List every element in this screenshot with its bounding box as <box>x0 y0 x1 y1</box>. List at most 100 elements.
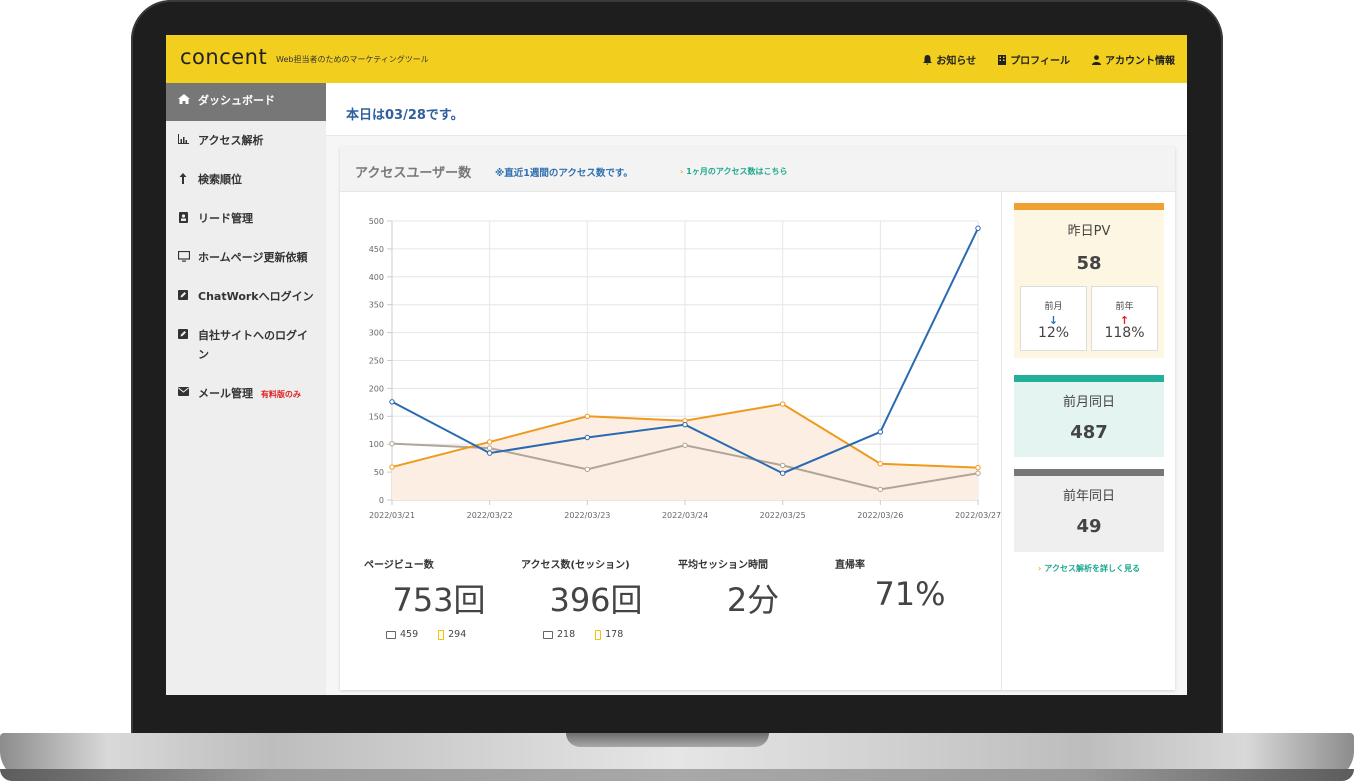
sidebar-item-dashboard[interactable]: ダッシュボード <box>166 83 326 121</box>
y-tick-label: 300 <box>369 329 384 338</box>
metric-avg-session: 平均セッション時間 2分 <box>678 556 828 621</box>
nav-profile[interactable]: プロフィール <box>998 52 1070 67</box>
stat-value: 49 <box>1076 516 1102 537</box>
stat-color-bar <box>1014 469 1164 476</box>
metrics-row: ページビュー数 753回 459 294 アクセス数(セッション) 396回 2… <box>364 556 984 676</box>
compare-value: 118% <box>1104 325 1145 341</box>
y-tick-label: 450 <box>369 245 384 254</box>
y-tick-label: 0 <box>379 496 384 505</box>
compare-prev-year: 前年 ↑ 118% <box>1091 286 1158 351</box>
desktop-icon <box>543 630 553 639</box>
data-point <box>389 399 395 405</box>
sidebar-item-analytics[interactable]: アクセス解析 <box>166 121 326 160</box>
stats-column: 昨日PV 58 前月 ↓ 12% 前年 ↑ 118% 前月同日 487 前年同日… <box>1001 191 1176 690</box>
mobile-icon <box>438 629 445 640</box>
edit-icon <box>178 290 188 300</box>
card-header: アクセスユーザー数 ※直近1週間のアクセス数です。 › 1ヶ月のアクセス数はこちら <box>340 147 1175 192</box>
access-card: アクセスユーザー数 ※直近1週間のアクセス数です。 › 1ヶ月のアクセス数はこちら… <box>340 147 1175 690</box>
user-icon <box>1092 54 1101 65</box>
metric-sessions: アクセス数(セッション) 396回 218 178 <box>521 556 671 640</box>
y-tick-label: 250 <box>369 357 384 366</box>
y-tick-label: 50 <box>374 468 384 477</box>
metric-pageviews: ページビュー数 753回 459 294 <box>364 556 514 640</box>
app-screen: concent Web担当者のためのマーケティングツール お知らせ プロフィール… <box>166 35 1187 695</box>
data-point <box>584 466 591 473</box>
monthly-access-link[interactable]: › 1ヶ月のアクセス数はこちら <box>680 166 787 177</box>
stat-value: 487 <box>1070 422 1108 443</box>
chevron-right-icon: › <box>1038 564 1042 573</box>
nav-account[interactable]: アカウント情報 <box>1092 52 1175 67</box>
compare-label: 前月 <box>1044 302 1063 312</box>
comparison-row: 前月 ↓ 12% 前年 ↑ 118% <box>1014 286 1164 351</box>
date-bar: 本日は03/28です。 <box>326 83 1187 136</box>
nav-notifications-label: お知らせ <box>936 56 977 67</box>
metric-label: アクセス数(セッション) <box>521 560 630 571</box>
metric-label: ページビュー数 <box>364 560 434 571</box>
edit-icon <box>178 329 188 339</box>
detailed-analytics-link[interactable]: › アクセス解析を詳しく見る <box>1002 563 1176 574</box>
data-point <box>486 450 493 456</box>
sidebar-item-chatwork[interactable]: ChatWorkへログイン <box>166 277 326 316</box>
sidebar-item-site-login[interactable]: 自社サイトへのログイン <box>166 316 326 374</box>
sidebar-item-label: 検索順位 <box>198 173 242 186</box>
stat-color-bar <box>1014 375 1164 382</box>
sidebar-item-label: 自社サイトへのログイン <box>198 329 308 361</box>
sidebar: ダッシュボード アクセス解析 検索順位 リード管理 ホームページ更新依頼 Cha… <box>166 83 326 695</box>
data-point <box>584 413 591 420</box>
nav-account-label: アカウント情報 <box>1105 56 1175 67</box>
sidebar-item-label: ダッシュボード <box>198 94 275 107</box>
data-point <box>975 470 981 476</box>
sidebar-item-label: ChatWorkへログイン <box>198 290 314 303</box>
main-content: 本日は03/28です。 アクセスユーザー数 ※直近1週間のアクセス数です。 › 1… <box>326 83 1187 695</box>
detailed-analytics-link-label: アクセス解析を詳しく見る <box>1044 564 1140 573</box>
y-tick-label: 500 <box>369 217 384 226</box>
sidebar-item-label: アクセス解析 <box>198 134 264 147</box>
stat-color-bar <box>1014 203 1164 210</box>
arrow-up-icon <box>178 173 188 184</box>
data-point <box>975 464 981 471</box>
sidebar-item-label: リード管理 <box>198 212 253 225</box>
contact-icon <box>178 212 188 223</box>
data-point <box>486 439 493 445</box>
stat-prev-year-same-day: 前年同日 49 <box>1014 469 1164 552</box>
stat-prev-month-same-day: 前月同日 487 <box>1014 375 1164 457</box>
stat-yesterday-pv: 昨日PV 58 前月 ↓ 12% 前年 ↑ 118% <box>1014 203 1164 358</box>
mobile-count: 294 <box>448 629 467 640</box>
today-date: 本日は03/28です。 <box>346 108 464 123</box>
laptop-notch <box>566 733 769 747</box>
x-tick-label: 2022/03/26 <box>857 511 903 520</box>
data-point <box>779 462 786 469</box>
home-icon <box>178 94 190 104</box>
metric-value: 71% <box>874 575 946 613</box>
data-point <box>389 464 395 470</box>
premium-badge: 有料版のみ <box>260 390 301 399</box>
y-tick-label: 400 <box>369 273 384 282</box>
top-nav: お知らせ プロフィール アカウント情報 <box>923 52 1175 67</box>
metric-bounce-rate: 直帰率 71% <box>835 556 985 613</box>
metric-value: 2分 <box>726 581 780 619</box>
monthly-access-link-label: 1ヶ月のアクセス数はこちら <box>686 167 788 176</box>
chevron-right-icon: › <box>680 167 684 176</box>
sidebar-item-label: メール管理 <box>198 387 253 400</box>
app-logo[interactable]: concent <box>180 45 267 69</box>
compare-label: 前年 <box>1115 302 1134 312</box>
mail-icon <box>178 387 189 397</box>
data-point <box>682 421 688 428</box>
metric-label: 直帰率 <box>835 560 865 571</box>
stat-value: 58 <box>1076 253 1102 274</box>
nav-notifications[interactable]: お知らせ <box>923 52 976 67</box>
sidebar-item-homepage-update[interactable]: ホームページ更新依頼 <box>166 238 326 277</box>
sidebar-item-leads[interactable]: リード管理 <box>166 199 326 238</box>
sidebar-item-search-rank[interactable]: 検索順位 <box>166 160 326 199</box>
x-tick-label: 2022/03/25 <box>760 511 806 520</box>
sidebar-item-mail[interactable]: メール管理 有料版のみ <box>166 374 326 414</box>
y-tick-label: 350 <box>369 301 384 310</box>
data-point <box>877 486 884 493</box>
building-icon <box>998 54 1007 65</box>
stat-label: 前月同日 <box>1062 395 1115 410</box>
stat-label: 昨日PV <box>1067 224 1111 239</box>
mobile-count: 178 <box>605 629 624 640</box>
arrow-down-icon: ↓ <box>1048 314 1059 327</box>
top-header: concent Web担当者のためのマーケティングツール お知らせ プロフィール… <box>166 35 1187 83</box>
x-tick-label: 2022/03/21 <box>369 511 415 520</box>
